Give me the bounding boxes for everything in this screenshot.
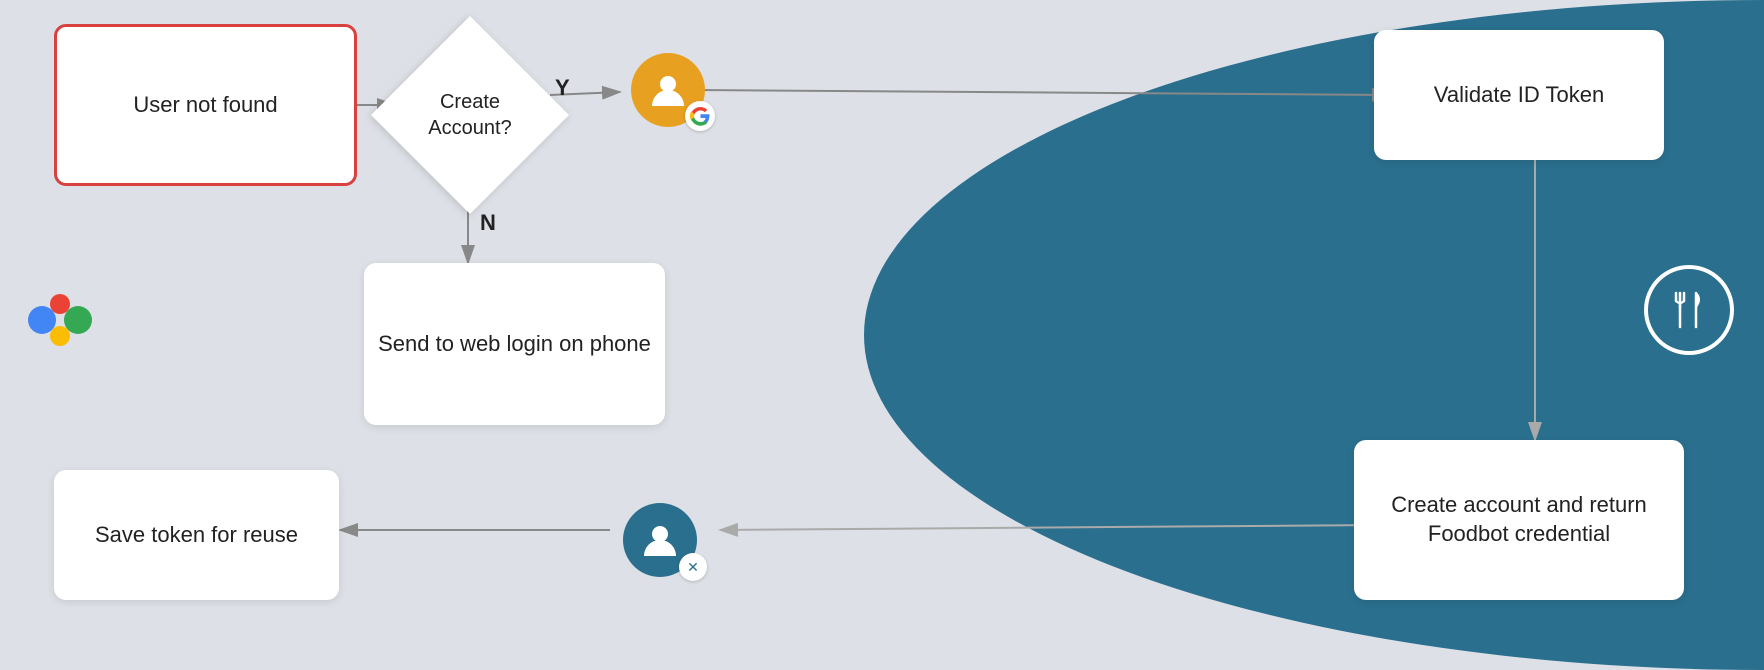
save-token-label: Save token for reuse [95,521,298,550]
create-account-diamond [371,16,569,214]
fork-knife-circle-icon [1644,265,1734,355]
user-not-found-box: User not found [54,24,357,186]
person-google-icon [618,40,718,140]
yes-label: Y [555,75,570,101]
no-label: N [480,210,496,236]
fork-badge-small: ✕ [679,553,707,581]
web-login-label: Send to web login on phone [378,330,651,359]
validate-id-label: Validate ID Token [1434,81,1604,110]
google-badge [685,101,715,131]
web-login-box: Send to web login on phone [364,263,665,425]
create-account-return-label: Create account and return Foodbot creden… [1354,491,1684,548]
google-assistant-icon [20,280,100,360]
person-fork-icon: ✕ [610,490,710,590]
save-token-box: Save token for reuse [54,470,339,600]
create-account-diamond-wrapper: CreateAccount? [390,20,550,210]
user-not-found-label: User not found [133,91,277,120]
create-account-return-box: Create account and return Foodbot creden… [1354,440,1684,600]
validate-id-box: Validate ID Token [1374,30,1664,160]
